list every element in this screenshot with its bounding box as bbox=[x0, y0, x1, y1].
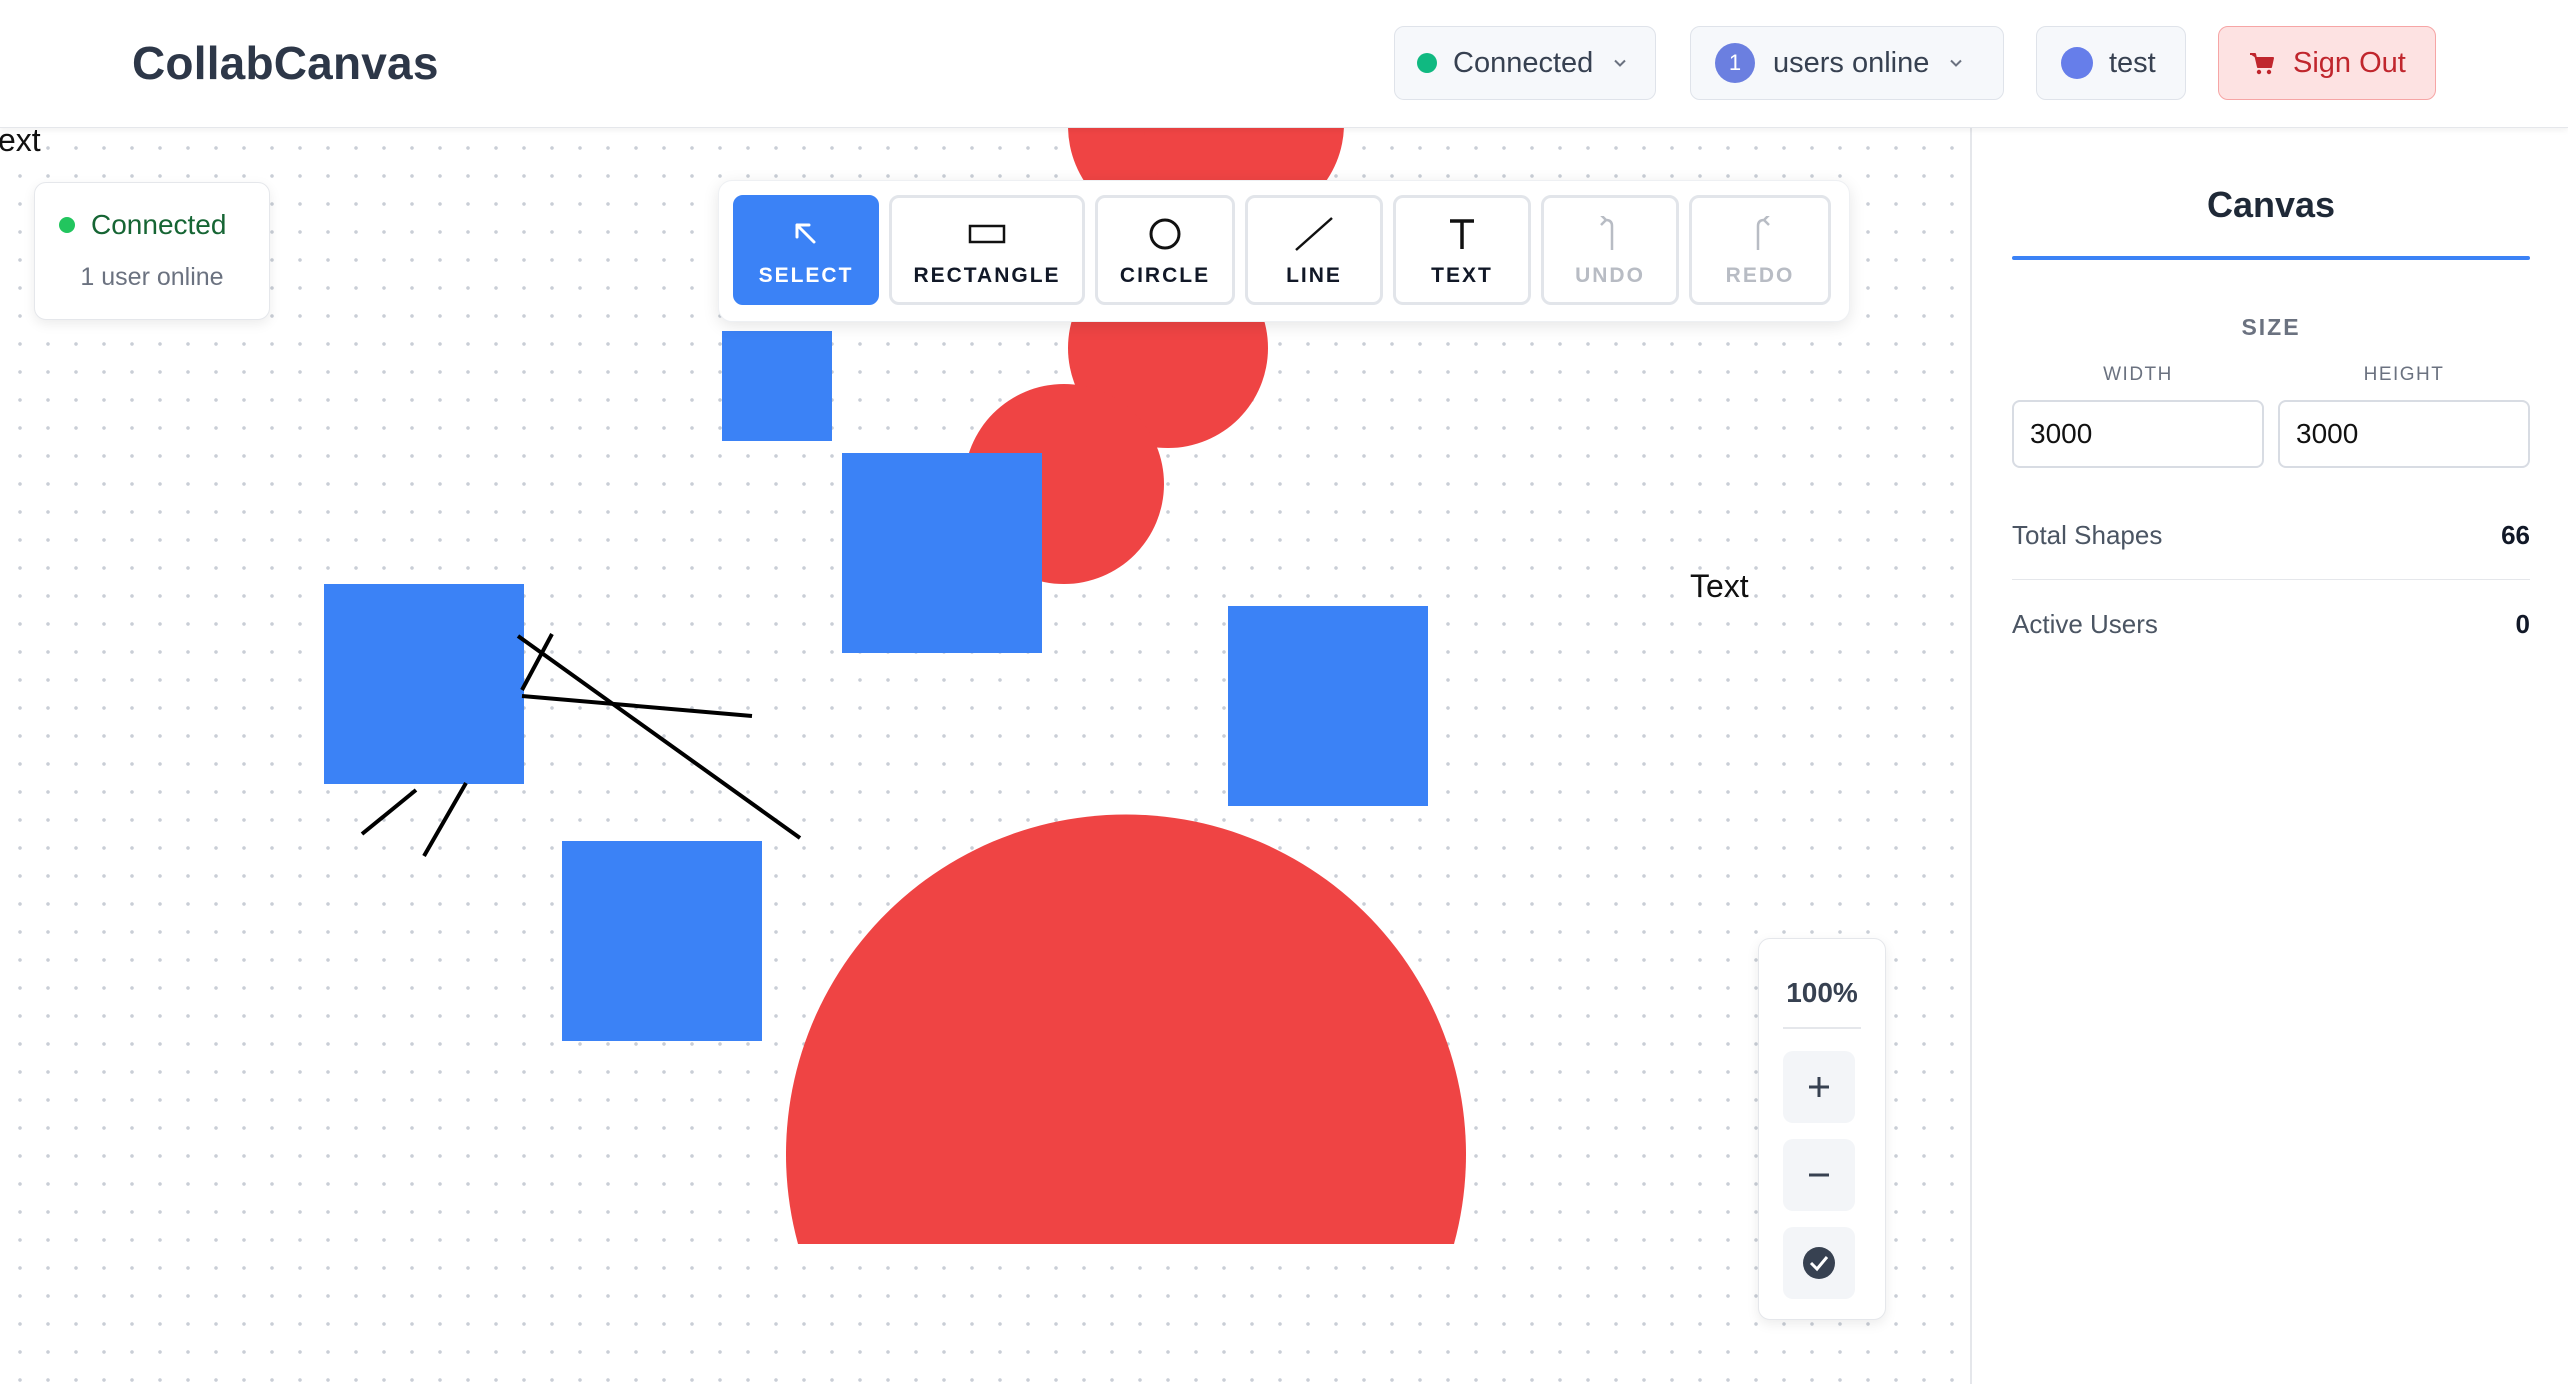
connection-status-dropdown[interactable]: Connected bbox=[1394, 26, 1656, 100]
connection-status-card: Connected 1 user online bbox=[34, 182, 270, 320]
user-avatar bbox=[2061, 47, 2093, 79]
cursor-arrow-icon bbox=[790, 212, 822, 256]
plus-icon bbox=[1809, 1077, 1829, 1097]
connection-dot-icon bbox=[1417, 53, 1437, 73]
rectangle-icon bbox=[968, 212, 1006, 256]
circle-icon bbox=[1147, 212, 1183, 256]
width-label: WIDTH bbox=[2103, 364, 2173, 385]
tool-label: RECTANGLE bbox=[913, 264, 1061, 287]
rectangle-shape[interactable] bbox=[722, 331, 832, 441]
text-icon bbox=[1447, 212, 1477, 256]
active-users-value: 0 bbox=[2515, 608, 2530, 639]
tab-active-indicator bbox=[2012, 256, 2530, 260]
connection-label: Connected bbox=[1453, 46, 1594, 79]
zoom-in-button[interactable] bbox=[1783, 1051, 1855, 1123]
tool-text-button[interactable]: TEXT bbox=[1393, 195, 1531, 305]
status-label: Connected bbox=[91, 209, 227, 240]
properties-sidebar: Canvas SIZE WIDTH HEIGHT Total Shapes 66… bbox=[1970, 128, 2568, 1384]
undo-button[interactable]: UNDO bbox=[1541, 195, 1679, 305]
current-user-button[interactable]: test bbox=[2036, 26, 2186, 100]
users-count-badge: 1 bbox=[1715, 43, 1755, 83]
zoom-level: 100% bbox=[1786, 977, 1858, 1008]
cart-icon bbox=[2250, 53, 2274, 75]
canvas-height-input[interactable] bbox=[2278, 400, 2530, 468]
line-shape[interactable] bbox=[521, 694, 753, 718]
line-shape[interactable] bbox=[422, 782, 468, 857]
minus-icon bbox=[1809, 1173, 1829, 1177]
users-online-text: 1 user online bbox=[80, 263, 224, 291]
sign-out-button[interactable]: Sign Out bbox=[2218, 26, 2436, 100]
line-shape[interactable] bbox=[360, 788, 418, 836]
undo-icon bbox=[1596, 212, 1624, 256]
rectangle-shape[interactable] bbox=[842, 453, 1042, 653]
tool-label: REDO bbox=[1725, 264, 1795, 287]
zoom-reset-button[interactable] bbox=[1783, 1227, 1855, 1299]
status-dot-icon bbox=[59, 217, 75, 233]
rectangle-shape[interactable] bbox=[324, 584, 524, 784]
tool-select-button[interactable]: SELECT bbox=[733, 195, 879, 305]
drawing-toolbar: SELECT RECTANGLE CIRCLE LINE TEXT UNDO R… bbox=[718, 180, 1850, 322]
active-users-row: Active Users 0 bbox=[2012, 580, 2530, 668]
line-icon bbox=[1292, 212, 1336, 256]
zoom-out-button[interactable] bbox=[1783, 1139, 1855, 1211]
tool-rectangle-button[interactable]: RECTANGLE bbox=[889, 195, 1085, 305]
total-shapes-label: Total Shapes bbox=[2012, 520, 2163, 550]
active-users-label: Active Users bbox=[2012, 608, 2158, 639]
tool-line-button[interactable]: LINE bbox=[1245, 195, 1383, 305]
size-heading: SIZE bbox=[2241, 314, 2301, 340]
tool-label: SELECT bbox=[758, 264, 854, 287]
tool-circle-button[interactable]: CIRCLE bbox=[1095, 195, 1235, 305]
check-circle-icon bbox=[1803, 1247, 1835, 1279]
app-header: CollabCanvas Connected 1 users online te… bbox=[0, 0, 2568, 128]
redo-button[interactable]: REDO bbox=[1689, 195, 1831, 305]
canvas-text-shape[interactable]: ext bbox=[0, 128, 41, 159]
zoom-controls: 100% bbox=[1758, 938, 1886, 1320]
canvas-width-input[interactable] bbox=[2012, 400, 2264, 468]
canvas-text-shape[interactable]: Text bbox=[1690, 568, 1749, 605]
zoom-divider bbox=[1783, 1027, 1861, 1029]
total-shapes-value: 66 bbox=[2501, 520, 2530, 550]
tool-label: TEXT bbox=[1431, 264, 1493, 287]
chevron-down-icon bbox=[1614, 59, 1626, 67]
height-label: HEIGHT bbox=[2363, 364, 2445, 385]
rectangle-shape[interactable] bbox=[1228, 606, 1428, 806]
redo-icon bbox=[1746, 212, 1774, 256]
users-online-dropdown[interactable]: 1 users online bbox=[1690, 26, 2004, 100]
circle-shape[interactable] bbox=[786, 814, 1466, 1244]
chevron-down-icon bbox=[1950, 59, 1963, 67]
total-shapes-row: Total Shapes 66 bbox=[2012, 492, 2530, 580]
line-shape[interactable] bbox=[516, 634, 802, 840]
tab-canvas[interactable]: Canvas bbox=[2012, 184, 2530, 226]
app-title: CollabCanvas bbox=[132, 37, 439, 89]
drawing-canvas[interactable]: ext Text Connected 1 user online SELECT … bbox=[0, 128, 1970, 1384]
users-online-label: users online bbox=[1773, 46, 1930, 79]
tool-label: UNDO bbox=[1575, 264, 1645, 287]
tool-label: CIRCLE bbox=[1119, 264, 1211, 287]
rectangle-shape[interactable] bbox=[562, 841, 762, 1041]
user-name: test bbox=[2109, 46, 2156, 79]
sign-out-label: Sign Out bbox=[2293, 46, 2406, 79]
tool-label: LINE bbox=[1286, 264, 1342, 287]
